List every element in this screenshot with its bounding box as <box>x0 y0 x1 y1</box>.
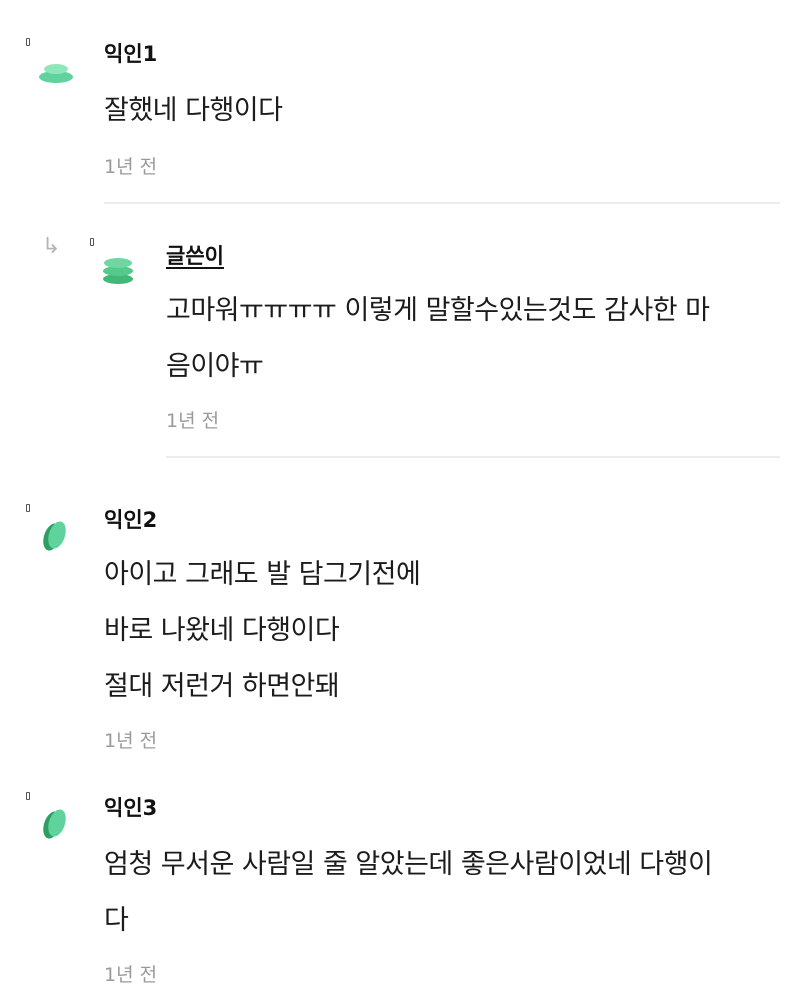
comment-text-line: 다 <box>104 905 129 936</box>
avatar-icon <box>39 64 73 83</box>
comment-divider <box>166 456 780 458</box>
avatar-icon <box>43 521 66 551</box>
comment-text-line: 음이야ㅠ <box>166 351 264 382</box>
comment-text-line: 고마워ㅠㅠㅠㅠ 이렇게 말할수있는것도 감사한 마 <box>166 295 710 326</box>
comment-author[interactable]: 익인1 <box>104 38 157 68</box>
avatar-icon <box>103 258 133 284</box>
comment-text-line: 잘했네 다행이다 <box>104 95 283 126</box>
comment-marker-icon <box>26 38 30 46</box>
avatar-icon <box>43 809 66 839</box>
comment-text-line: 엄청 무서운 사람일 줄 알았는데 좋은사람이었네 다행이 <box>104 849 713 880</box>
reply-arrow-icon: ↳ <box>42 234 61 259</box>
comment-text-line: 아이고 그래도 발 담그기전에 <box>104 559 421 590</box>
comment-marker-icon <box>90 238 94 246</box>
comment-text-line: 바로 나왔네 다행이다 <box>104 615 340 646</box>
comment-divider <box>104 202 780 204</box>
comment-timestamp: 1년 전 <box>104 730 158 752</box>
comment-marker-icon <box>26 792 30 800</box>
comment-text-line: 절대 저런거 하면안돼 <box>104 671 340 702</box>
comment-timestamp: 1년 전 <box>104 156 158 178</box>
comment-author-op[interactable]: 글쓴이 <box>166 240 224 270</box>
comment-author[interactable]: 익인3 <box>104 792 157 822</box>
comment-author[interactable]: 익인2 <box>104 504 157 534</box>
comment-marker-icon <box>26 504 30 512</box>
comment-timestamp: 1년 전 <box>104 964 158 986</box>
comment-timestamp: 1년 전 <box>166 410 220 432</box>
